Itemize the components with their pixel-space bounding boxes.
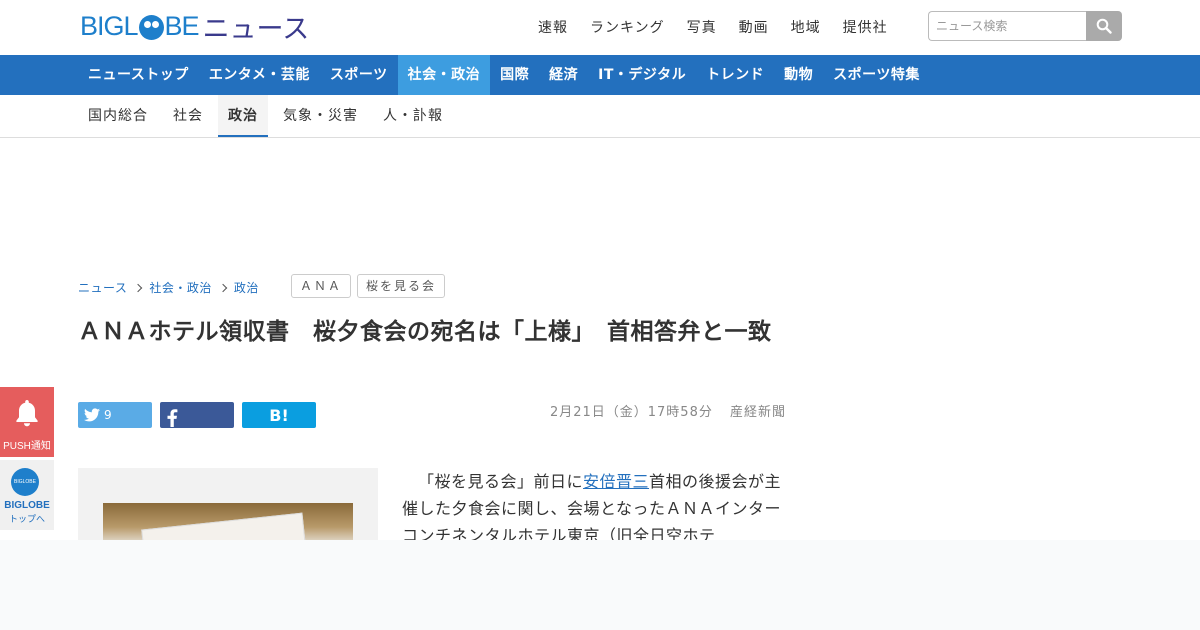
- push-label: PUSH通知: [3, 441, 51, 452]
- facebook-icon: [167, 409, 178, 427]
- main-nav-animals[interactable]: 動物: [774, 55, 823, 95]
- hatena-bookmark-button[interactable]: B!: [242, 402, 316, 428]
- article-photo-frame[interactable]: [78, 468, 378, 548]
- article-body-pre: 「桜を見る会」前日に: [418, 472, 584, 491]
- site-logo[interactable]: BIGL BE ニュース: [80, 10, 309, 45]
- tag-ana[interactable]: ＡＮＡ: [291, 274, 352, 298]
- bell-icon: [16, 400, 38, 427]
- chevron-right-icon: [218, 283, 228, 292]
- main-nav-top[interactable]: ニューストップ: [78, 55, 199, 95]
- logo-text-tail: BE: [164, 10, 200, 41]
- biglobe-label: BIGLOBE: [4, 500, 50, 511]
- logo-ball-icon: [138, 14, 164, 40]
- search-box: [928, 11, 1122, 41]
- top-nav-breaking[interactable]: 速報: [538, 17, 568, 37]
- person-link[interactable]: 安倍晋三: [583, 472, 649, 491]
- sub-nav-politics[interactable]: 政治: [218, 95, 268, 137]
- top-nav-photo[interactable]: 写真: [687, 17, 717, 37]
- top-nav-providers[interactable]: 提供社: [843, 17, 888, 37]
- sub-nav-society[interactable]: 社会: [163, 95, 213, 137]
- article-tags: ＡＮＡ 桜を見る会: [291, 274, 446, 298]
- biglobe-top-button[interactable]: BIGLOBE BIGLOBE トップへ: [0, 460, 54, 530]
- article-source[interactable]: 産経新聞: [730, 405, 786, 420]
- main-nav: ニューストップ エンタメ・芸能 スポーツ 社会・政治 国際 経済 IT・デジタル…: [0, 55, 1200, 95]
- search-icon: [1096, 18, 1112, 34]
- breadcrumb-politics[interactable]: 政治: [234, 279, 259, 296]
- article-title: ＡＮＡホテル領収書 桜夕食会の宛名は「上様」 首相答弁と一致: [78, 319, 772, 345]
- main-nav-sports[interactable]: スポーツ: [320, 55, 398, 95]
- top-nav: 速報 ランキング 写真 動画 地域 提供社: [538, 17, 910, 37]
- sub-nav-domestic[interactable]: 国内総合: [78, 95, 158, 137]
- share-buttons: 9 B!: [78, 402, 316, 428]
- twitter-share-button[interactable]: 9: [78, 402, 152, 428]
- twitter-icon: [84, 408, 100, 422]
- article-body: 「桜を見る会」前日に安倍晋三首相の後援会が主催した夕食会に関し、会場となったＡＮ…: [402, 468, 782, 549]
- chevron-right-icon: [134, 283, 143, 292]
- biglobe-sub-label: トップへ: [8, 514, 45, 524]
- search-button[interactable]: [1086, 11, 1122, 41]
- facebook-share-button[interactable]: [160, 402, 234, 428]
- sub-nav: 国内総合 社会 政治 気象・災害 人・訃報: [0, 95, 1200, 138]
- top-nav-video[interactable]: 動画: [739, 17, 769, 37]
- sub-nav-people-obituary[interactable]: 人・訃報: [373, 95, 453, 137]
- logo-news: ニュース: [202, 13, 310, 45]
- main-nav-economy[interactable]: 経済: [539, 55, 588, 95]
- logo-text: BIGL: [80, 10, 139, 41]
- tag-sakura[interactable]: 桜を見る会: [357, 274, 446, 298]
- push-notification-button[interactable]: PUSH通知: [0, 387, 54, 457]
- article-meta: 2月21日（金）17時58分 産経新聞: [550, 401, 786, 420]
- site-header: BIGL BE ニュース 速報 ランキング 写真 動画 地域 提供社: [0, 0, 1200, 55]
- breadcrumb-society-politics[interactable]: 社会・政治: [149, 279, 212, 296]
- main-nav-trend[interactable]: トレンド: [696, 55, 774, 95]
- main-nav-entertainment[interactable]: エンタメ・芸能: [199, 55, 320, 95]
- top-nav-ranking[interactable]: ランキング: [590, 17, 665, 37]
- biglobe-ball-text: BIGLOBE: [14, 479, 36, 485]
- breadcrumb-news[interactable]: ニュース: [78, 279, 127, 296]
- biglobe-ball-icon: BIGLOBE: [11, 468, 39, 496]
- main-nav-society-politics[interactable]: 社会・政治: [397, 55, 491, 95]
- main-nav-international[interactable]: 国際: [490, 55, 539, 95]
- top-nav-region[interactable]: 地域: [791, 17, 821, 37]
- main-nav-sports-special[interactable]: スポーツ特集: [823, 55, 930, 95]
- breadcrumb: ニュース 社会・政治 政治: [78, 279, 259, 296]
- search-input[interactable]: [928, 11, 1086, 41]
- main-nav-it-digital[interactable]: IT・デジタル: [588, 55, 696, 95]
- sub-nav-weather-disaster[interactable]: 気象・災害: [273, 95, 368, 137]
- bottom-overlay: [0, 540, 1200, 630]
- article-date: 2月21日（金）17時58分: [549, 405, 713, 420]
- twitter-count: 9: [104, 408, 112, 422]
